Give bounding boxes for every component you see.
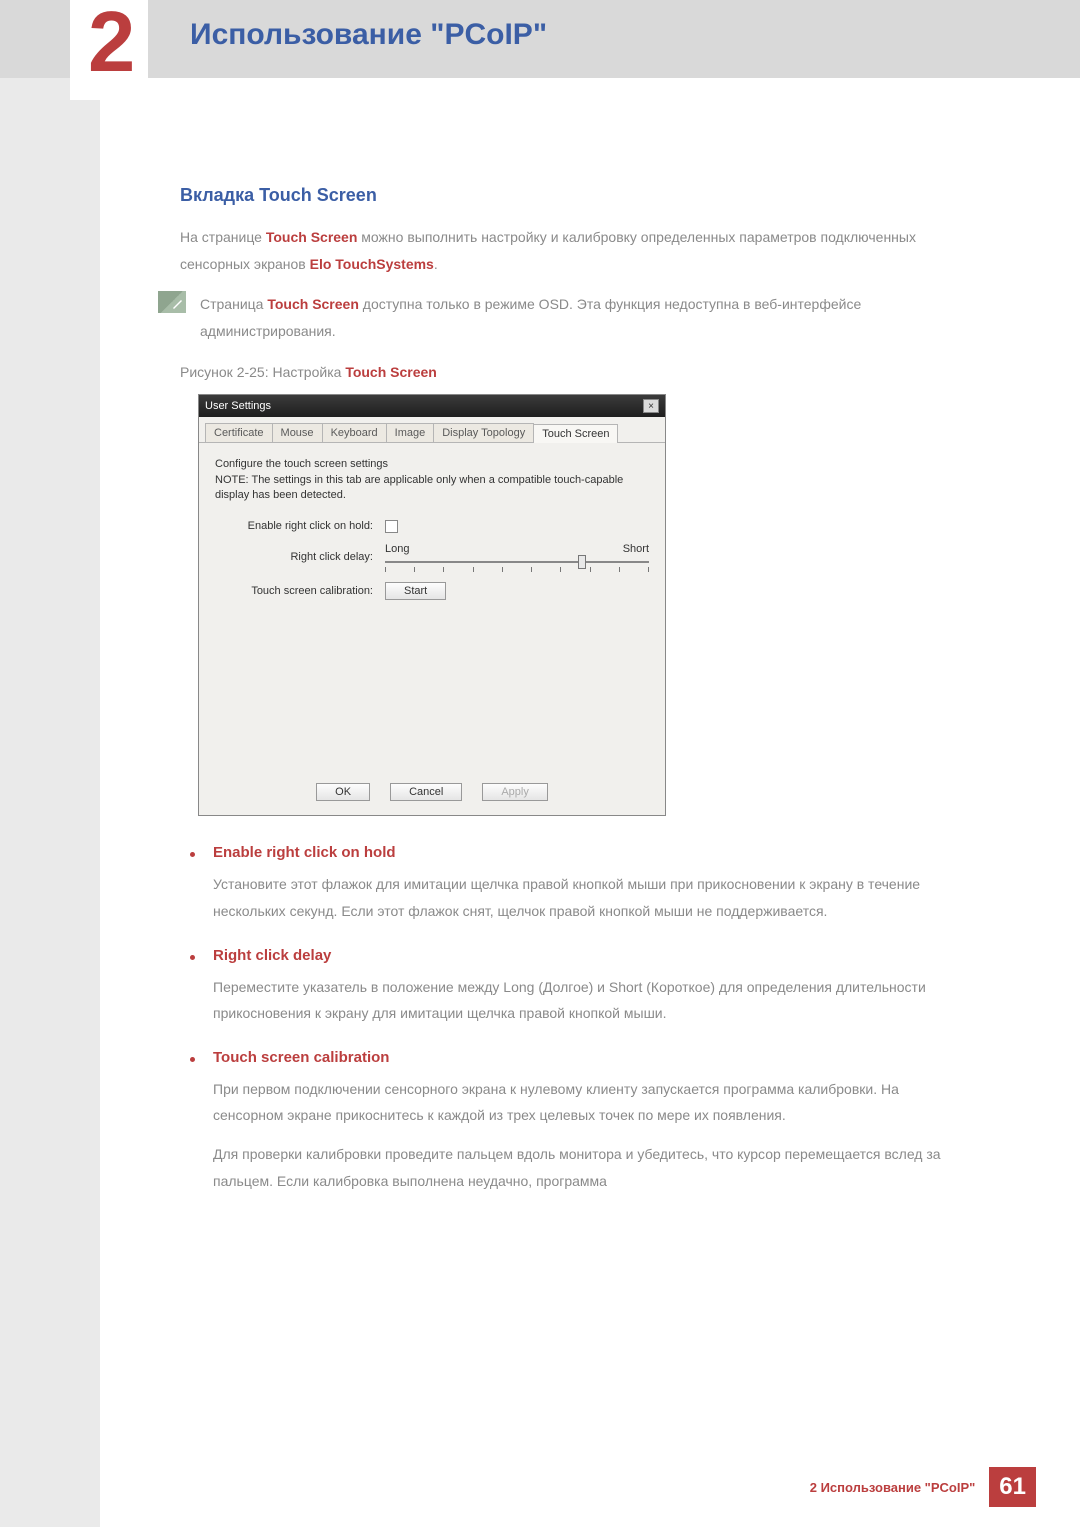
form-row-calibration: Touch screen calibration: Start xyxy=(215,582,649,600)
slider-thumb[interactable] xyxy=(578,555,586,569)
intro-suffix: . xyxy=(434,256,438,272)
tab-display-topology[interactable]: Display Topology xyxy=(433,423,534,442)
intro-kw1: Touch Screen xyxy=(266,229,358,245)
label-calibration: Touch screen calibration: xyxy=(215,585,385,597)
feature-list: Enable right click on hold Установите эт… xyxy=(190,844,950,1194)
bullet-icon xyxy=(190,955,195,960)
bullet-text-2-1: Для проверки калибровки проведите пальце… xyxy=(213,1141,950,1194)
bullet-text-2-0: При первом подключении сенсорного экрана… xyxy=(213,1076,950,1129)
intro-prefix: На странице xyxy=(180,229,266,245)
slider-ticks xyxy=(385,567,649,572)
note-kw: Touch Screen xyxy=(267,296,359,312)
label-enable-right-click: Enable right click on hold: xyxy=(215,520,385,532)
page-footer: 2 Использование "PCoIP" 61 xyxy=(810,1467,1036,1507)
tab-certificate[interactable]: Certificate xyxy=(205,423,273,442)
slider-label-short: Short xyxy=(623,543,649,555)
apply-button[interactable]: Apply xyxy=(482,783,548,801)
slider-right-click-delay[interactable]: Long Short xyxy=(385,543,649,572)
page-content: Вкладка Touch Screen На странице Touch S… xyxy=(180,185,950,1216)
slider-track[interactable] xyxy=(385,561,649,563)
bullet-title-0: Enable right click on hold xyxy=(213,844,396,861)
tab-image[interactable]: Image xyxy=(386,423,435,442)
tab-mouse[interactable]: Mouse xyxy=(272,423,323,442)
intro-paragraph: На странице Touch Screen можно выполнить… xyxy=(180,224,950,277)
bullet-title-1: Right click delay xyxy=(213,947,331,964)
dialog-instr-line1: Configure the touch screen settings xyxy=(215,458,388,470)
bullet-icon xyxy=(190,852,195,857)
dialog-body: Configure the touch screen settings NOTE… xyxy=(199,443,665,773)
note-block: Страница Touch Screen доступна только в … xyxy=(158,291,950,344)
dialog-titlebar: User Settings × xyxy=(199,395,665,417)
slider-label-long: Long xyxy=(385,543,409,555)
dialog-instr-line2: NOTE: The settings in this tab are appli… xyxy=(215,474,623,501)
section-heading: Вкладка Touch Screen xyxy=(180,185,950,206)
figure-caption: Рисунок 2-25: Настройка Touch Screen xyxy=(180,364,950,380)
form-row-enable-right-click: Enable right click on hold: xyxy=(215,520,649,533)
start-calibration-button[interactable]: Start xyxy=(385,582,446,600)
list-item: Right click delay Переместите указатель … xyxy=(190,947,950,1027)
page-number: 61 xyxy=(989,1467,1036,1507)
dialog-instructions: Configure the touch screen settings NOTE… xyxy=(215,457,649,503)
checkbox-enable-right-click[interactable] xyxy=(385,520,398,533)
figure-kw: Touch Screen xyxy=(345,364,437,380)
close-icon[interactable]: × xyxy=(643,399,659,413)
chapter-number: 2 xyxy=(88,0,135,92)
footer-chapter-ref: 2 Использование "PCoIP" xyxy=(810,1480,976,1495)
chapter-title: Использование "PCoIP" xyxy=(190,18,547,52)
tab-keyboard[interactable]: Keyboard xyxy=(322,423,387,442)
list-item: Enable right click on hold Установите эт… xyxy=(190,844,950,924)
user-settings-dialog: User Settings × Certificate Mouse Keyboa… xyxy=(198,394,666,816)
cancel-button[interactable]: Cancel xyxy=(390,783,462,801)
bullet-text-0-0: Установите этот флажок для имитации щелч… xyxy=(213,871,950,924)
dialog-footer: OK Cancel Apply xyxy=(199,773,665,815)
dialog-tabs: Certificate Mouse Keyboard Image Display… xyxy=(199,417,665,443)
tab-touch-screen[interactable]: Touch Screen xyxy=(533,424,618,443)
label-right-click-delay: Right click delay: xyxy=(215,551,385,563)
left-margin-band xyxy=(0,0,100,1527)
dialog-title: User Settings xyxy=(205,400,271,412)
ok-button[interactable]: OK xyxy=(316,783,370,801)
note-text: Страница Touch Screen доступна только в … xyxy=(200,291,950,344)
figure-prefix: Рисунок 2-25: Настройка xyxy=(180,364,345,380)
intro-kw2: Elo TouchSystems xyxy=(310,256,434,272)
bullet-text-1-0: Переместите указатель в положение между … xyxy=(213,974,950,1027)
bullet-title-2: Touch screen calibration xyxy=(213,1049,389,1066)
form-row-right-click-delay: Right click delay: Long Short xyxy=(215,543,649,572)
bullet-icon xyxy=(190,1057,195,1062)
list-item: Touch screen calibration При первом подк… xyxy=(190,1049,950,1194)
note-prefix: Страница xyxy=(200,296,267,312)
note-icon xyxy=(158,291,186,313)
